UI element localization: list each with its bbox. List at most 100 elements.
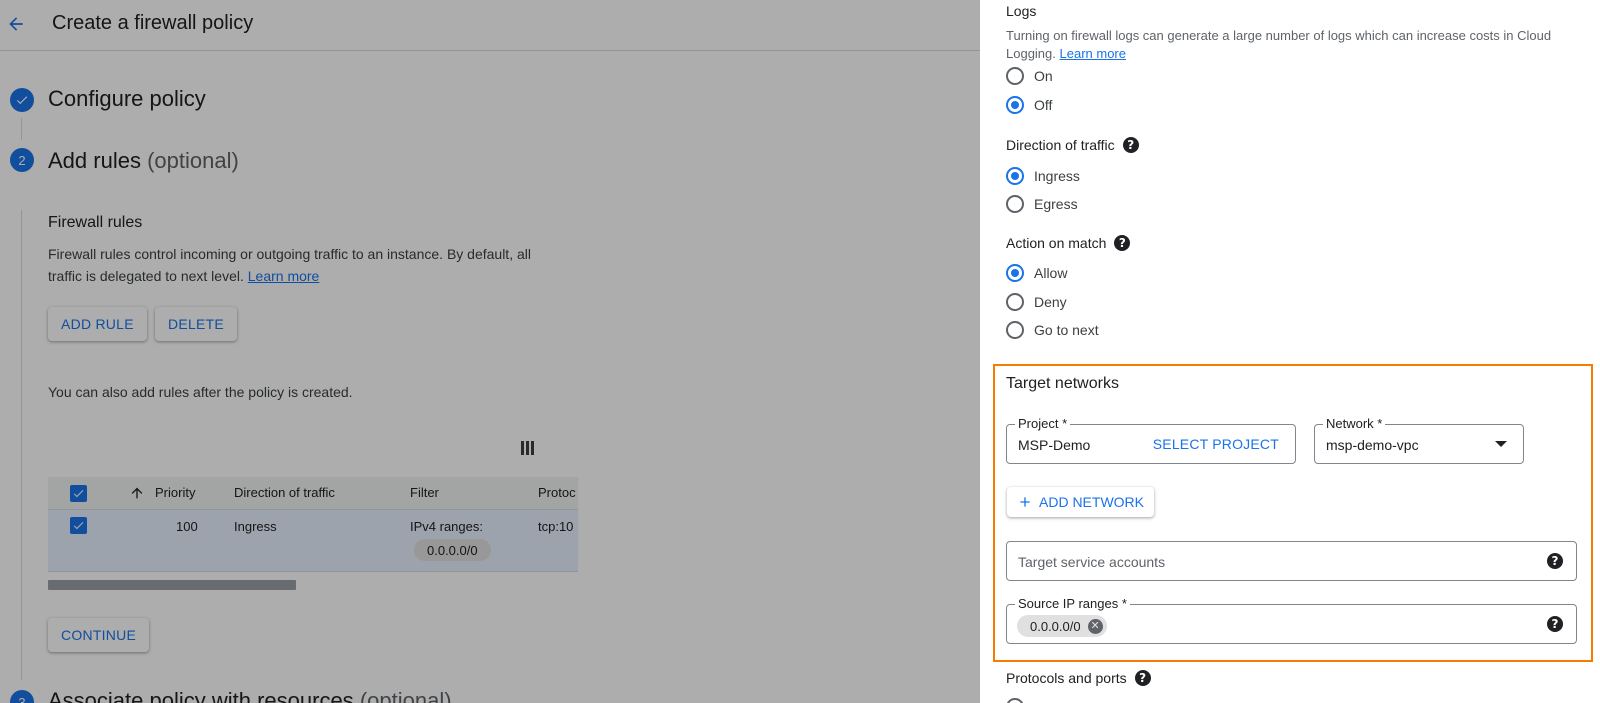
step-title: Configure policy [48, 86, 206, 111]
firewall-rules-description: Firewall rules control incoming or outgo… [48, 243, 568, 287]
logs-description: Turning on firewall logs can generate a … [1006, 27, 1576, 63]
egress-radio[interactable]: Egress [1006, 194, 1078, 214]
step-add-rules[interactable]: Add rules (optional) [48, 148, 239, 174]
cell-filter-label: IPv4 ranges: [410, 519, 483, 534]
page-title: Create a firewall policy [52, 12, 254, 34]
plus-icon [1020, 497, 1030, 507]
arrow-back-icon [9, 17, 23, 31]
protocols-radio[interactable] [1006, 697, 1034, 703]
chip-label: 0.0.0.0/0 [1030, 618, 1081, 634]
col-filter[interactable]: Filter [410, 485, 439, 500]
direction-label: Direction of traffic ? [1006, 137, 1139, 153]
step-title: Associate policy with resources [48, 688, 354, 703]
add-network-label: ADD NETWORK [1039, 494, 1144, 510]
column-display-icon[interactable] [521, 441, 535, 455]
project-field-label: Project * [1015, 416, 1071, 432]
action-label: Action on match ? [1006, 235, 1131, 251]
logs-on-radio[interactable]: On [1006, 66, 1053, 86]
main-page: Create a firewall policy Configure polic… [0, 0, 980, 703]
cell-direction: Ingress [234, 519, 277, 534]
allow-radio[interactable]: Allow [1006, 263, 1067, 283]
step-configure-policy[interactable]: Configure policy [48, 86, 206, 112]
logs-off-radio[interactable]: Off [1006, 95, 1052, 115]
logs-learn-more-link[interactable]: Learn more [1060, 46, 1126, 61]
protocols-label-text: Protocols and ports [1006, 670, 1127, 686]
rules-note: You can also add rules after the policy … [48, 384, 353, 400]
back-button[interactable] [2, 10, 30, 38]
radio-unchecked-icon[interactable] [1006, 293, 1024, 311]
ingress-radio[interactable]: Ingress [1006, 166, 1080, 186]
remove-chip-icon[interactable]: ✕ [1087, 618, 1103, 634]
rule-side-panel: Logs Turning on firewall logs can genera… [980, 0, 1600, 703]
radio-label: Egress [1034, 196, 1078, 212]
network-field-label: Network * [1323, 416, 1386, 432]
radio-checked-icon[interactable] [1006, 167, 1024, 185]
deny-radio[interactable]: Deny [1006, 292, 1067, 312]
horizontal-scrollbar[interactable] [48, 580, 296, 590]
top-bar: Create a firewall policy [0, 0, 980, 51]
cell-protocol: tcp:10 [538, 519, 574, 534]
radio-unchecked-icon[interactable] [1006, 321, 1024, 339]
logs-label: Logs [1006, 3, 1036, 19]
col-protocol[interactable]: Protoc [538, 485, 576, 500]
add-rule-button[interactable]: ADD RULE [48, 307, 147, 341]
step-associate-policy[interactable]: Associate policy with resources (optiona… [48, 688, 452, 703]
step-number-badge: 2 [10, 148, 34, 172]
firewall-rules-heading: Firewall rules [48, 214, 143, 231]
radio-unchecked-icon[interactable] [1006, 195, 1024, 213]
step-connector [21, 118, 22, 140]
sort-ascending-icon[interactable] [129, 485, 145, 501]
select-all-checkbox[interactable] [70, 485, 87, 502]
protocols-label: Protocols and ports ? [1006, 670, 1151, 686]
add-network-button[interactable]: ADD NETWORK [1007, 487, 1154, 517]
target-service-accounts-field[interactable]: Target service accounts ? [1006, 541, 1577, 581]
step-optional-label: (optional) [147, 148, 239, 173]
col-direction[interactable]: Direction of traffic [234, 485, 335, 500]
help-icon[interactable]: ? [1114, 235, 1131, 251]
cell-priority: 100 [176, 519, 198, 534]
step-number-badge: 3 [10, 690, 34, 703]
source-ip-chip: 0.0.0.0/0 ✕ [1017, 615, 1107, 637]
radio-label: Allow [1034, 265, 1068, 281]
table-row[interactable]: 100 Ingress IPv4 ranges: 0.0.0.0/0 tcp:1… [48, 510, 578, 571]
row-checkbox[interactable] [70, 517, 87, 534]
rules-table: Priority Direction of traffic Filter Pro… [48, 477, 578, 572]
help-icon[interactable]: ? [1547, 553, 1563, 569]
filter-chip: 0.0.0.0/0 [414, 539, 491, 561]
radio-label: Deny [1034, 294, 1067, 310]
target-service-accounts-placeholder: Target service accounts [1018, 554, 1166, 570]
project-field[interactable]: Project * MSP-Demo SELECT PROJECT [1006, 416, 1296, 464]
logs-label-text: Logs [1006, 3, 1037, 19]
continue-button[interactable]: CONTINUE [48, 618, 150, 652]
go-to-next-radio[interactable]: Go to next [1006, 320, 1099, 340]
radio-label: Ingress [1034, 168, 1080, 184]
help-icon[interactable]: ? [1122, 137, 1139, 153]
step-connector [21, 210, 22, 680]
network-select[interactable]: Network * msp-demo-vpc [1314, 416, 1524, 464]
col-priority[interactable]: Priority [155, 485, 195, 500]
delete-button[interactable]: DELETE [155, 307, 237, 341]
radio-checked-icon[interactable] [1006, 264, 1024, 282]
table-header: Priority Direction of traffic Filter Pro… [48, 477, 578, 510]
radio-label: Off [1034, 97, 1053, 113]
radio-unchecked-icon[interactable] [1006, 67, 1024, 85]
network-value: msp-demo-vpc [1326, 437, 1419, 453]
radio-label: Go to next [1034, 322, 1099, 338]
source-ip-label: Source IP ranges * [1015, 596, 1130, 612]
help-icon[interactable]: ? [1547, 616, 1563, 632]
target-networks-title: Target networks [1006, 375, 1119, 392]
direction-label-text: Direction of traffic [1006, 137, 1115, 153]
step-title: Add rules [48, 148, 141, 173]
help-icon[interactable]: ? [1134, 670, 1151, 686]
action-label-text: Action on match [1006, 235, 1107, 251]
project-value: MSP-Demo [1018, 437, 1091, 453]
radio-label: On [1034, 68, 1053, 84]
radio-unchecked-icon[interactable] [1006, 698, 1024, 703]
step-complete-icon [10, 88, 34, 112]
source-ip-ranges-field[interactable]: Source IP ranges * 0.0.0.0/0 ✕ ? [1006, 596, 1577, 644]
select-project-button[interactable]: SELECT PROJECT [1153, 436, 1279, 452]
dropdown-arrow-icon[interactable] [1495, 441, 1507, 447]
step-optional-label: (optional) [359, 688, 452, 703]
radio-checked-icon[interactable] [1006, 96, 1024, 114]
learn-more-link[interactable]: Learn more [248, 268, 320, 284]
